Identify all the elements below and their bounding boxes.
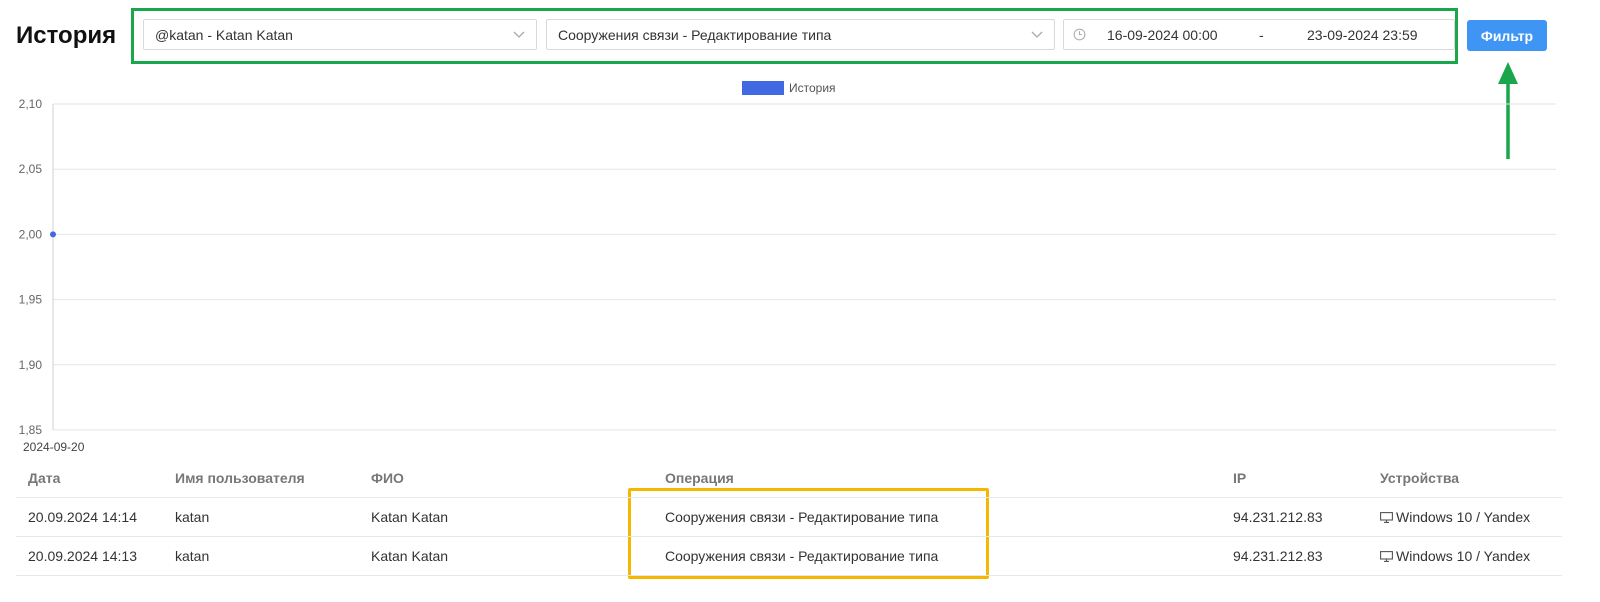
table-row[interactable]: 20.09.2024 14:14 katan Katan Katan Соору… [16, 497, 1562, 537]
history-table: Дата Имя пользователя ФИО Операция IP Ус… [16, 458, 1562, 576]
column-header-fullname[interactable]: ФИО [359, 458, 653, 498]
cell-username: katan [163, 536, 359, 576]
date-range-picker[interactable]: 16-09-2024 00:00 - 23-09-2024 23:59 [1063, 19, 1455, 50]
cell-date: 20.09.2024 14:13 [16, 536, 163, 576]
cell-fullname: Katan Katan [359, 536, 653, 576]
y-tick-label: 2,00 [19, 227, 43, 241]
operation-select-value: Сооружения связи - Редактирование типа [558, 26, 832, 43]
cell-operation: Сооружения связи - Редактирование типа [653, 497, 1221, 537]
table-header-row: Дата Имя пользователя ФИО Операция IP Ус… [16, 458, 1562, 498]
column-header-ip[interactable]: IP [1221, 458, 1368, 498]
page-title: История [16, 22, 117, 49]
cell-device: Windows 10 / Yandex [1368, 536, 1562, 576]
monitor-icon [1380, 512, 1393, 523]
monitor-icon [1380, 551, 1393, 562]
cell-ip: 94.231.212.83 [1221, 497, 1368, 537]
filter-button[interactable]: Фильтр [1467, 20, 1547, 51]
cell-fullname: Katan Katan [359, 497, 653, 537]
legend-label: История [789, 81, 836, 95]
operation-select[interactable]: Сооружения связи - Редактирование типа [546, 19, 1055, 50]
y-tick-label: 2,10 [19, 97, 43, 111]
device-text: Windows 10 / Yandex [1396, 509, 1531, 525]
cell-ip: 94.231.212.83 [1221, 536, 1368, 576]
date-from-input[interactable]: 16-09-2024 00:00 [1107, 27, 1218, 43]
user-select[interactable]: @katan - Katan Katan [143, 19, 537, 50]
date-to-input[interactable]: 23-09-2024 23:59 [1307, 27, 1418, 43]
cell-operation: Сооружения связи - Редактирование типа [653, 536, 1221, 576]
history-chart: 2,10 2,05 2,00 1,95 1,90 1,85 2024-09-20 Истори… [19, 81, 1556, 454]
y-tick-label: 1,85 [19, 423, 43, 437]
clock-icon [1073, 28, 1086, 41]
cell-device: Windows 10 / Yandex [1368, 497, 1562, 537]
cell-date: 20.09.2024 14:14 [16, 497, 163, 537]
legend-swatch [742, 81, 784, 95]
column-header-date[interactable]: Дата [16, 458, 163, 498]
data-point [50, 231, 56, 238]
y-tick-label: 1,95 [19, 293, 43, 307]
device-text: Windows 10 / Yandex [1396, 548, 1531, 564]
x-tick-label: 2024-09-20 [23, 440, 85, 454]
column-header-operation[interactable]: Операция [653, 458, 1221, 498]
cell-username: katan [163, 497, 359, 537]
y-tick-label: 1,90 [19, 358, 43, 372]
chevron-down-icon [1031, 31, 1043, 38]
y-tick-label: 2,05 [19, 162, 43, 176]
column-header-username[interactable]: Имя пользователя [163, 458, 359, 498]
column-header-devices[interactable]: Устройства [1368, 458, 1562, 498]
table-row[interactable]: 20.09.2024 14:13 katan Katan Katan Соору… [16, 536, 1562, 576]
date-separator: - [1259, 27, 1264, 43]
user-select-value: @katan - Katan Katan [155, 26, 293, 43]
chevron-down-icon [513, 31, 525, 38]
